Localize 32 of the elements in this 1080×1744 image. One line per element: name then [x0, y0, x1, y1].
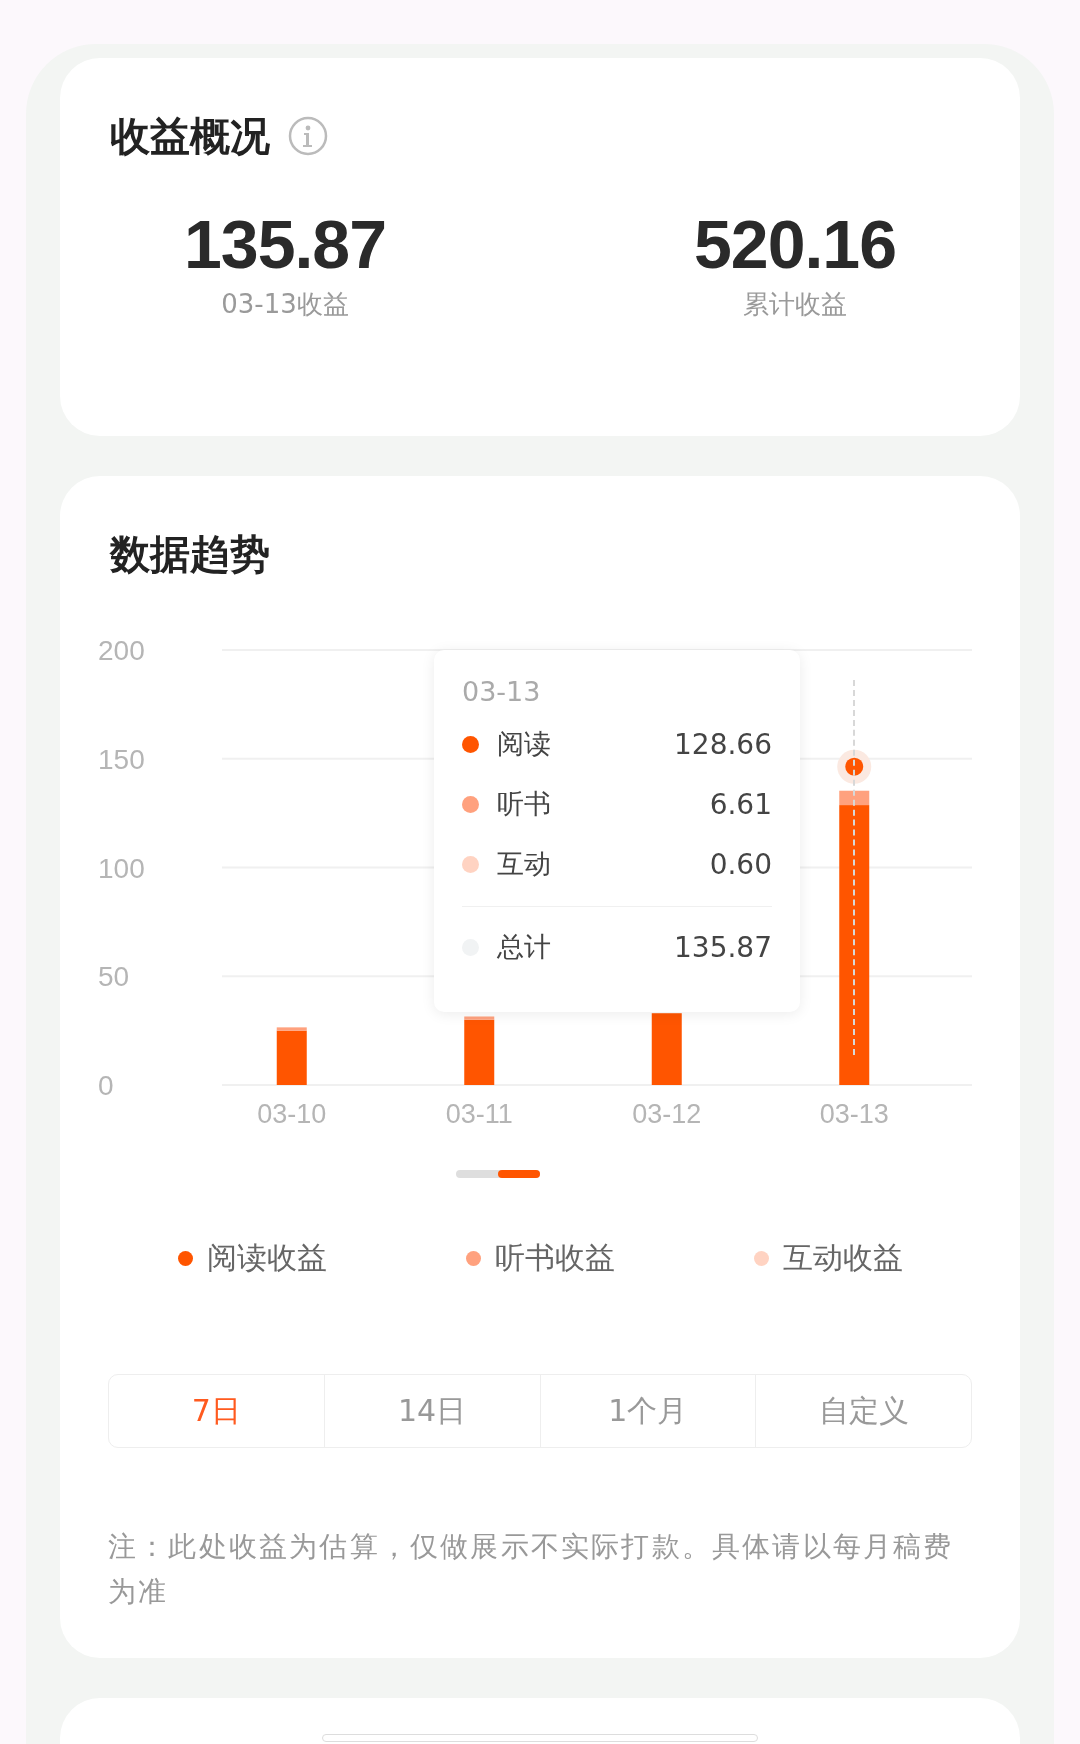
stat-label: 累计收益	[743, 288, 847, 321]
axis-label: 150	[98, 743, 145, 775]
range-tab[interactable]: 1个月	[539, 1375, 756, 1447]
axis-label: 0	[98, 1070, 114, 1101]
legend-label: 阅读收益	[206, 1239, 327, 1277]
tooltip-label: 阅读	[497, 727, 551, 761]
axis-label: 03-11	[445, 1099, 513, 1129]
range-tab[interactable]: 7日	[109, 1375, 324, 1447]
tooltip-value: 128.66	[674, 727, 772, 761]
card-title: 数据趋势	[108, 530, 271, 579]
stat-value: 135.87	[184, 205, 386, 284]
legend-label: 互动收益	[782, 1239, 903, 1277]
tooltip-value: 0.60	[709, 847, 772, 881]
tooltip-label: 听书	[497, 787, 551, 821]
tooltip-value: 135.87	[674, 930, 772, 964]
axis-label: 200	[98, 635, 145, 666]
axis-label: 03-13	[819, 1099, 889, 1129]
note-text: 注：此处收益为估算，仅做展示不实际打款。具体请以每月稿费为准	[108, 1529, 955, 1610]
tooltip-value: 6.61	[709, 787, 772, 821]
axis-label: 03-10	[257, 1099, 327, 1129]
axis-label: 100	[98, 852, 145, 884]
legend-label: 听书收益	[494, 1239, 615, 1277]
axis-label: 50	[98, 961, 130, 993]
stat-label: 03-13收益	[221, 288, 349, 321]
range-tab[interactable]: 14日	[323, 1375, 540, 1447]
axis-label: 03-12	[632, 1099, 702, 1129]
range-tab[interactable]: 自定义	[755, 1375, 971, 1447]
stat-value: 520.16	[694, 205, 896, 284]
tooltip-label: 总计	[497, 930, 551, 964]
tooltip-label: 互动	[497, 847, 551, 881]
card-title: 收益概况	[110, 112, 270, 161]
tooltip-date: 03-13	[462, 675, 542, 709]
